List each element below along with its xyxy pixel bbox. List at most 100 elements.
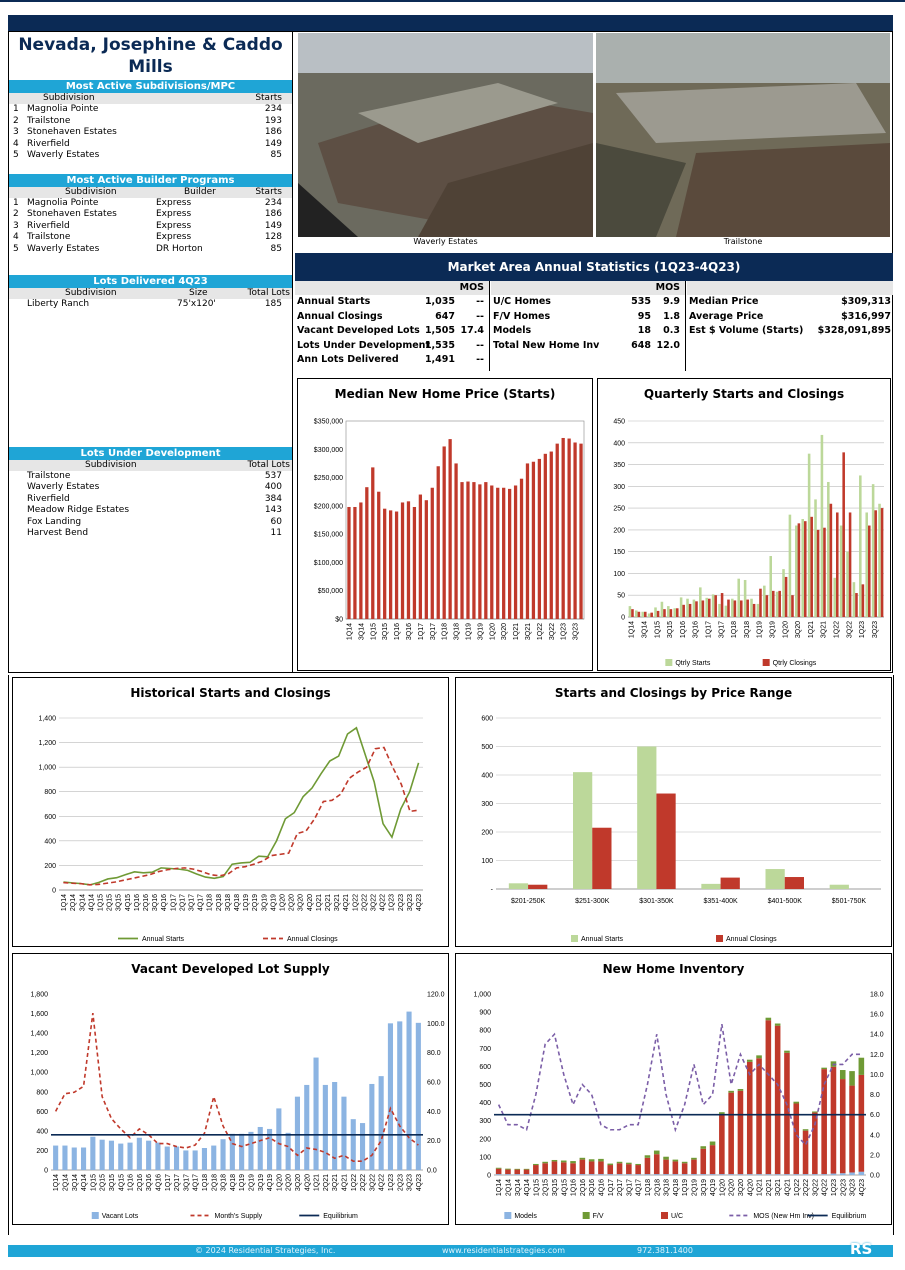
- stat-row: Annual Starts 1,035 --: [295, 295, 489, 310]
- bar: [628, 606, 632, 617]
- y-tick-label: 0: [621, 615, 625, 622]
- table-row: 2 Trailstone 193: [9, 116, 292, 128]
- bar: [699, 587, 702, 617]
- subdivision-name: Riverfield: [27, 220, 70, 231]
- table-row: Fox Landing 60: [9, 517, 292, 529]
- chart-title: Vacant Developed Lot Supply: [131, 962, 330, 976]
- y-tick-label: 200: [479, 1136, 491, 1143]
- bar: [484, 482, 488, 619]
- footer-website[interactable]: www.residentialstrategies.com: [442, 1245, 565, 1257]
- y-tick-label: 300: [613, 484, 625, 491]
- bar: [833, 577, 836, 617]
- bar: [616, 1174, 623, 1175]
- bar: [347, 506, 351, 619]
- bar: [765, 1020, 772, 1175]
- y-tick-label: 200: [481, 830, 493, 837]
- bar: [359, 502, 363, 619]
- legend-label: Annual Starts: [142, 936, 185, 943]
- stat-row: Lots Under Development 1,535 --: [295, 339, 489, 354]
- bar: [533, 1165, 539, 1175]
- bar: [802, 1130, 809, 1175]
- bar: [765, 1017, 772, 1021]
- bar: [814, 499, 817, 617]
- x-tick-label: 1Q21: [513, 623, 520, 640]
- bar: [502, 487, 506, 619]
- starts-value: 128: [264, 232, 282, 242]
- bar: [400, 502, 405, 619]
- bar: [495, 1168, 502, 1175]
- x-tick-label: 3Q19: [258, 1174, 265, 1191]
- x-tick-label: 3Q19: [261, 894, 268, 911]
- total-lots: 384: [264, 493, 282, 504]
- x-tick-label: 2Q22: [360, 1174, 367, 1191]
- bar: [350, 1119, 356, 1170]
- bar: [672, 1161, 679, 1175]
- bar: [784, 1050, 790, 1053]
- x-tick-label: 3Q20: [795, 621, 802, 638]
- bar: [495, 1174, 502, 1175]
- bar: [436, 466, 440, 619]
- bar: [173, 1146, 180, 1170]
- bar: [784, 1052, 790, 1175]
- bar: [720, 877, 740, 889]
- footer-bar: © 2024 Residential Strategies, Inc. www.…: [8, 1245, 893, 1257]
- bar: [588, 1174, 595, 1175]
- bar: [679, 597, 683, 617]
- bar: [579, 1159, 586, 1175]
- x-tick-label: 2Q20: [289, 894, 296, 911]
- x-tick-label: 1Q15: [654, 621, 661, 638]
- bar: [118, 1143, 124, 1170]
- x-tick-label: 3Q23: [850, 1179, 857, 1196]
- bar: [852, 582, 856, 617]
- bar: [756, 1058, 762, 1175]
- bar: [626, 1174, 632, 1175]
- subdivision-name: Stonehaven Estates: [27, 127, 117, 137]
- bar: [549, 451, 553, 619]
- legend-swatch: [582, 1212, 590, 1219]
- y-tick-label: $350,000: [314, 419, 343, 426]
- bar: [752, 603, 756, 617]
- stat-row: Vacant Developed Lots 1,505 17.4: [295, 324, 489, 339]
- bar: [598, 1174, 604, 1175]
- lots-dev-list: Trailstone 537 Waverly Estates 400 Riverfiel…: [9, 471, 292, 540]
- x-tick-label: 3Q15: [109, 1174, 116, 1191]
- x-tick-label: 3Q18: [664, 1179, 671, 1196]
- rank: 4: [13, 232, 19, 242]
- stat-value: 1,491: [424, 354, 455, 365]
- subdivision-name: Waverly Estates: [27, 482, 100, 492]
- x-tick-label: 4Q17: [636, 1179, 643, 1196]
- y2-tick-label: 2.0: [870, 1152, 880, 1159]
- stat-mos: --: [476, 296, 484, 307]
- builder-name: Express: [156, 232, 192, 242]
- bar: [127, 1142, 133, 1170]
- bar: [769, 556, 772, 617]
- category-label: $201-250K: [511, 898, 546, 905]
- y-tick-label: 1,600: [30, 1011, 48, 1018]
- x-tick-label: 1Q18: [731, 621, 738, 638]
- bar: [533, 1174, 539, 1175]
- bar: [663, 1156, 669, 1160]
- y-tick-label: 300: [479, 1118, 491, 1125]
- bar: [523, 1169, 530, 1175]
- bar: [478, 484, 482, 619]
- x-tick-label: 4Q15: [125, 894, 132, 911]
- bar: [849, 1172, 855, 1175]
- bar: [700, 1146, 707, 1149]
- x-tick-label: 3Q16: [589, 1179, 596, 1196]
- y-tick-label: 1,000: [30, 1070, 48, 1077]
- bar: [359, 1123, 366, 1170]
- y-tick-label: 1,000: [473, 992, 491, 999]
- bar: [579, 1174, 586, 1175]
- x-tick-label: 1Q20: [782, 621, 789, 638]
- bar: [460, 482, 464, 619]
- bar: [784, 1174, 790, 1175]
- bar: [90, 1136, 96, 1170]
- y-tick-label: 100: [481, 858, 493, 865]
- builders-subheader: Subdivision Builder Starts: [9, 186, 292, 198]
- x-tick-label: 1Q22: [834, 621, 841, 638]
- x-tick-label: 4Q22: [380, 894, 387, 911]
- builder-name: Express: [156, 197, 192, 208]
- bar: [607, 1165, 614, 1175]
- stat-mos: 17.4: [460, 325, 484, 336]
- bar: [573, 772, 593, 889]
